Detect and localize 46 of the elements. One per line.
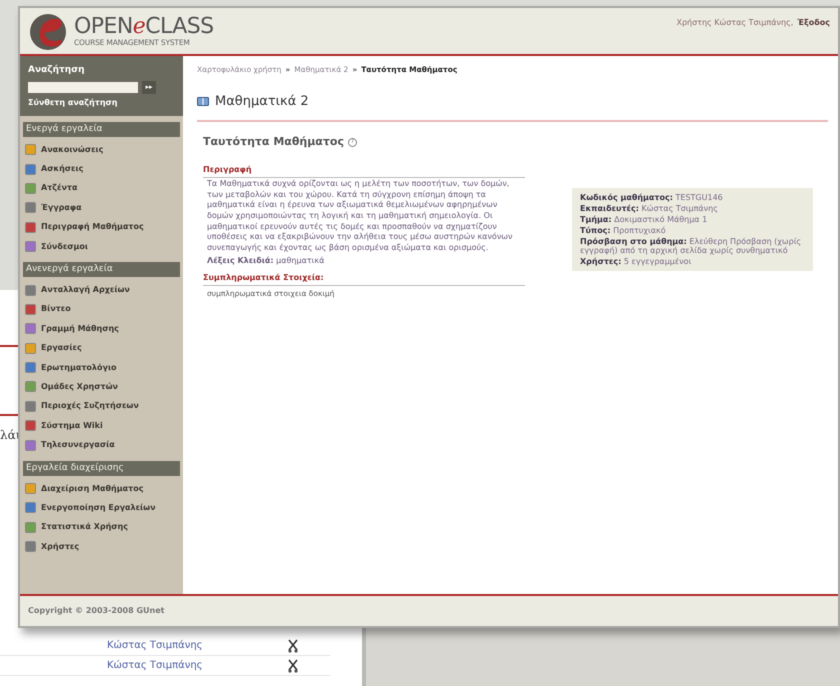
sidebar-link[interactable]: Σύστημα Wiki [20,416,183,436]
advanced-search-link[interactable]: Σύνθετη αναζήτηση [28,96,175,108]
user-label: Χρήστης Κώστας Τσιμπάνης, [676,17,794,29]
sidebar-link[interactable]: Περιοχές Συζητήσεων [20,396,183,416]
info-text: Πρόσβαση στο μάθημα: Ελεύθερη Πρόσβαση (χωρίς εγγραφή) από τη αρχική σελίδα χωρίς συνθηματικό [580,237,802,256]
user-name: Κώστας Τσιμπάνης [107,659,204,673]
search-title: Αναζήτηση [28,64,86,77]
sidebar-link[interactable]: Στατιστικά Χρήσης [20,518,183,538]
info-text: Εκπαιδευτές: Κώστας Τσιμπάνης [580,204,719,214]
scissors-icon[interactable] [287,658,299,672]
book-icon [197,97,209,107]
sidebar-link[interactable]: Εργασίες [20,338,183,358]
sidebar-link[interactable]: Γραμμή Μάθησης [20,319,183,339]
description-text: Τα Μαθηματικά συχνά ορίζονται ως η μελέτη των ποσοτήτων, των δομών, των μεταβολών και του χώρου. Κατά τη σύγχρονη επίσημη άποψη τα μαθηματικά είναι η έρευνα των αξιωματικά θεμελιωμένων αφηρημένων δομών χρησιμοποιώντας τη λογική και τη μαθηματική σημειολογία. Οι μαθηματικοί ερευνούν αυτές τις δομές και προσπαθούν να σχηματίζουν υποθέσεις και να εξακριβώνουν την αλήθεια τους μέσω αυστηρών κανόνων συνεπαγωγής και έχοντας ως βάση ορισμένα αξιώματα και ορισμούς. [206,179,514,254]
logo-text: OPENeCLASS [74,16,214,38]
page-title: Ταυτότητα Μαθήματος [203,134,344,150]
sidebar-link[interactable]: Ανταλλαγή Αρχείων [20,280,183,300]
sidebar-link[interactable]: Χρήστες [20,537,183,556]
info-text: Χρήστες: 5 εγγεγραμμένοι [580,257,692,266]
course-title: Μαθηματικά 2 [215,93,309,112]
sidebar-link[interactable]: Ατζέντα [20,178,183,198]
section-header: Εργαλεία διαχείρισης [23,460,180,476]
info-text: Τύπος: Προπτυχιακό [580,226,667,236]
keywords-text: Λέξεις Κλειδιά: μαθηματικά [206,255,326,268]
logout-link[interactable]: Έξοδος [797,17,830,29]
scissors-icon[interactable] [287,638,299,652]
sidebar-link[interactable]: Ενεργοποίηση Εργαλείων [20,498,183,518]
sidebar-link[interactable]: Ερωτηματολόγιο [20,358,183,378]
user-name: Κώστας Τσιμπάνης [107,639,204,653]
sidebar-link[interactable]: Διαχείριση Μαθήματος [20,478,183,498]
section-heading: Περιγραφή [203,164,525,178]
sidebar-link[interactable]: Ανακοινώσεις [20,140,183,160]
sidebar-link[interactable]: Έγγραφα [20,198,183,218]
sidebar-link[interactable]: Ομάδες Χρηστών [20,377,183,397]
info-text: Τμήμα: Δοκιμαστικό Μάθημα 1 [580,215,708,224]
sidebar-link[interactable]: Περιγραφή Μαθήματος [20,218,183,237]
copyright-text: Copyright © 2003-2008 GUnet [28,605,164,617]
search-field[interactable] [28,82,138,92]
sidebar-link[interactable]: Σύνδεσμοι [20,236,183,256]
section-heading: Συμπληρωματικά Στοιχεία: [203,272,525,286]
section-header: Ανενεργά εργαλεία [23,262,180,278]
section-header: Ενεργά εργαλεία [23,122,180,137]
sidebar-link[interactable]: Ασκήσεις [20,159,183,179]
sidebar-link[interactable]: Τηλεσυνεργασία [20,435,183,455]
sidebar-link[interactable]: Βίντεο [20,300,183,320]
info-text: Κωδικός μαθήματος: TESTGU146 [580,193,724,202]
